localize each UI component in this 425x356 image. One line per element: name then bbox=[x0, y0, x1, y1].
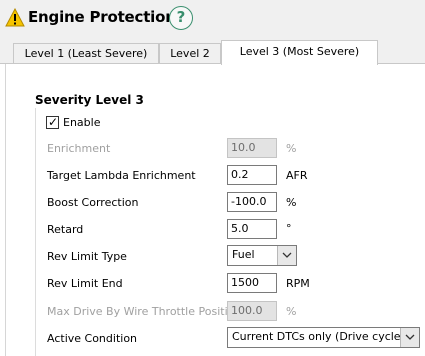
retard-unit: ° bbox=[286, 222, 292, 235]
checkmark-icon: ✓ bbox=[48, 115, 59, 129]
boost-correction-field[interactable]: -100.0 bbox=[227, 192, 277, 212]
enrichment-field: 10.0 bbox=[227, 138, 277, 158]
tab-level-3[interactable]: Level 3 (Most Severe) bbox=[221, 40, 378, 65]
max-dbw-label: Max Drive By Wire Throttle Position bbox=[47, 305, 242, 318]
target-lambda-field[interactable]: 0.2 bbox=[227, 165, 277, 185]
chevron-down-icon[interactable] bbox=[400, 328, 419, 347]
warning-triangle-icon bbox=[5, 8, 25, 27]
enable-checkbox[interactable]: ✓ bbox=[46, 115, 59, 129]
rev-limit-end-unit: RPM bbox=[286, 277, 310, 290]
severity-tabs: Level 1 (Least Severe) Level 2 Level 3 (… bbox=[0, 40, 425, 65]
boost-correction-unit: % bbox=[286, 196, 297, 209]
tab-level-1[interactable]: Level 1 (Least Severe) bbox=[13, 43, 159, 63]
help-icon[interactable]: ? bbox=[169, 6, 193, 30]
active-condition-value: Current DTCs only (Drive cycle) bbox=[232, 330, 405, 343]
retard-label: Retard bbox=[47, 223, 84, 236]
enrichment-label: Enrichment bbox=[47, 142, 111, 155]
enable-label: Enable bbox=[63, 116, 101, 129]
tab-level-2[interactable]: Level 2 bbox=[159, 43, 221, 63]
group-divider bbox=[35, 108, 36, 356]
target-lambda-unit: AFR bbox=[286, 169, 308, 182]
max-dbw-unit: % bbox=[286, 305, 297, 318]
retard-field[interactable]: 5.0 bbox=[227, 219, 277, 239]
max-dbw-field: 100.0 bbox=[227, 301, 277, 321]
rev-limit-type-value: Fuel bbox=[232, 248, 255, 261]
group-title: Severity Level 3 bbox=[35, 93, 144, 107]
target-lambda-label: Target Lambda Enrichment bbox=[47, 169, 196, 182]
boost-correction-label: Boost Correction bbox=[47, 196, 139, 209]
rev-limit-type-label: Rev Limit Type bbox=[47, 250, 127, 263]
chevron-down-icon[interactable] bbox=[277, 246, 296, 265]
active-condition-label: Active Condition bbox=[47, 332, 138, 345]
panel-border bbox=[5, 64, 6, 356]
title-bar: Engine Protection ? bbox=[0, 0, 425, 38]
rev-limit-end-label: Rev Limit End bbox=[47, 277, 123, 290]
active-condition-select[interactable]: Current DTCs only (Drive cycle) bbox=[227, 327, 420, 348]
rev-limit-end-field[interactable]: 1500 bbox=[227, 273, 277, 293]
page-title: Engine Protection bbox=[28, 8, 176, 26]
enrichment-unit: % bbox=[286, 142, 297, 155]
rev-limit-type-select[interactable]: Fuel bbox=[227, 245, 297, 266]
engine-protection-window: Engine Protection ? Level 1 (Least Sever… bbox=[0, 0, 425, 356]
